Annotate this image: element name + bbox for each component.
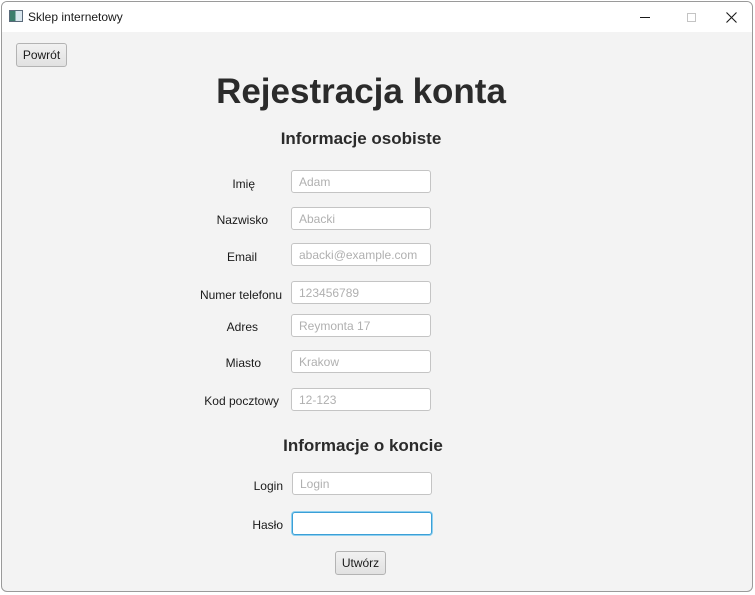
login-label: Login [253, 479, 283, 493]
postal-code-input[interactable] [291, 388, 431, 411]
email-input[interactable] [291, 243, 431, 266]
window-title: Sklep internetowy [28, 10, 123, 24]
close-button[interactable] [708, 2, 752, 32]
address-label: Adres [226, 320, 258, 334]
close-icon [725, 11, 737, 23]
login-input[interactable] [292, 472, 432, 495]
last-name-label: Nazwisko [216, 213, 268, 227]
maximize-icon [686, 12, 696, 22]
minimize-icon [640, 16, 650, 18]
phone-label: Numer telefonu [199, 288, 282, 302]
last-name-input[interactable] [291, 207, 431, 230]
password-input[interactable] [292, 512, 432, 535]
city-label: Miasto [225, 356, 261, 370]
city-input[interactable] [291, 350, 431, 373]
address-input[interactable] [291, 314, 431, 337]
back-button[interactable]: Powrót [16, 43, 67, 67]
title-bar[interactable]: Sklep internetowy [2, 2, 752, 32]
app-icon [9, 10, 23, 22]
postal-code-label: Kod pocztowy [204, 394, 279, 408]
app-window: Sklep internetowy Powrót Rejestracja kon… [1, 1, 753, 592]
email-label: Email [226, 250, 257, 264]
personal-info-heading: Informacje osobiste [280, 129, 442, 148]
first-name-label: Imię [232, 177, 255, 191]
first-name-input[interactable] [291, 170, 431, 193]
password-label: Hasło [252, 518, 283, 532]
registration-form: Powrót Rejestracja konta Informacje osob… [2, 32, 752, 591]
minimize-button[interactable] [622, 2, 668, 32]
phone-input[interactable] [291, 281, 431, 304]
account-info-heading: Informacje o koncie [283, 436, 443, 455]
page-title: Rejestracja konta [216, 72, 506, 111]
create-account-button[interactable]: Utwórz [335, 551, 386, 575]
